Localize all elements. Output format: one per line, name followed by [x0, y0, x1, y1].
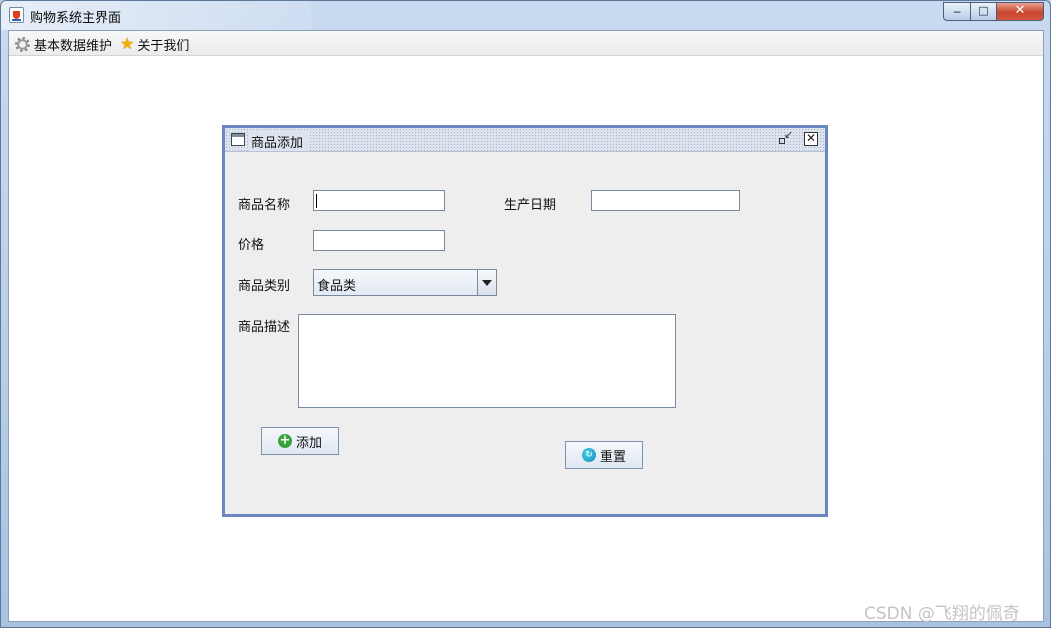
close-icon: ✕	[1014, 3, 1026, 18]
minimize-button[interactable]: ─	[943, 2, 971, 21]
main-window: 购物系统主界面 ─ □ ✕ 基本数据维护 ★ 关于我们 商品添加 ✕ 商品名称	[0, 0, 1051, 628]
maximize-button[interactable]: □	[970, 2, 997, 21]
star-icon: ★	[120, 34, 135, 53]
production-date-input[interactable]	[591, 190, 740, 211]
menubar: 基本数据维护 ★ 关于我们	[9, 31, 1043, 56]
minimize-icon: ─	[953, 6, 961, 19]
description-textarea[interactable]	[298, 314, 676, 408]
price-input[interactable]	[313, 230, 445, 251]
frame-restore-icon[interactable]	[778, 128, 793, 146]
menu-basic-data[interactable]: 基本数据维护	[15, 35, 113, 54]
window-titlebar[interactable]: 购物系统主界面 ─ □ ✕	[1, 1, 1050, 30]
add-button[interactable]: + 添加	[261, 427, 339, 455]
close-button[interactable]: ✕	[996, 2, 1044, 21]
menu-about-us-label: 关于我们	[137, 38, 190, 54]
category-selected-value: 食品类	[317, 279, 357, 294]
add-button-label: 添加	[295, 435, 322, 451]
menu-basic-data-label: 基本数据维护	[34, 38, 113, 54]
reset-icon: ↻	[581, 448, 596, 462]
frame-title: 商品添加	[249, 132, 309, 151]
watermark: CSDN @飞翔的佩奇	[864, 604, 1020, 624]
gear-icon	[15, 36, 30, 52]
desktop-pane: 基本数据维护 ★ 关于我们 商品添加 ✕ 商品名称 生产日期 价格	[8, 30, 1044, 622]
reset-button[interactable]: ↻ 重置	[565, 441, 643, 469]
java-app-icon	[9, 7, 24, 23]
frame-window-icon	[231, 133, 245, 146]
product-name-input[interactable]	[313, 190, 445, 211]
menu-about-us[interactable]: ★ 关于我们	[120, 34, 190, 54]
reset-button-label: 重置	[599, 449, 626, 465]
product-add-frame: 商品添加 ✕ 商品名称 生产日期 价格 商品类别 食品类 商品描述 +	[222, 125, 828, 517]
description-label: 商品描述	[238, 320, 291, 335]
category-label: 商品类别	[238, 279, 291, 294]
category-select[interactable]: 食品类	[313, 269, 497, 296]
frame-close-icon[interactable]: ✕	[804, 132, 818, 146]
window-title: 购物系统主界面	[30, 11, 122, 26]
frame-titlebar[interactable]: 商品添加 ✕	[225, 128, 825, 152]
price-label: 价格	[238, 238, 265, 253]
plus-circle-icon: +	[277, 433, 292, 448]
text-caret	[316, 194, 317, 208]
maximize-icon: □	[978, 4, 989, 17]
production-date-label: 生产日期	[504, 198, 557, 213]
product-name-label: 商品名称	[238, 198, 291, 213]
chevron-down-icon[interactable]	[477, 270, 496, 295]
